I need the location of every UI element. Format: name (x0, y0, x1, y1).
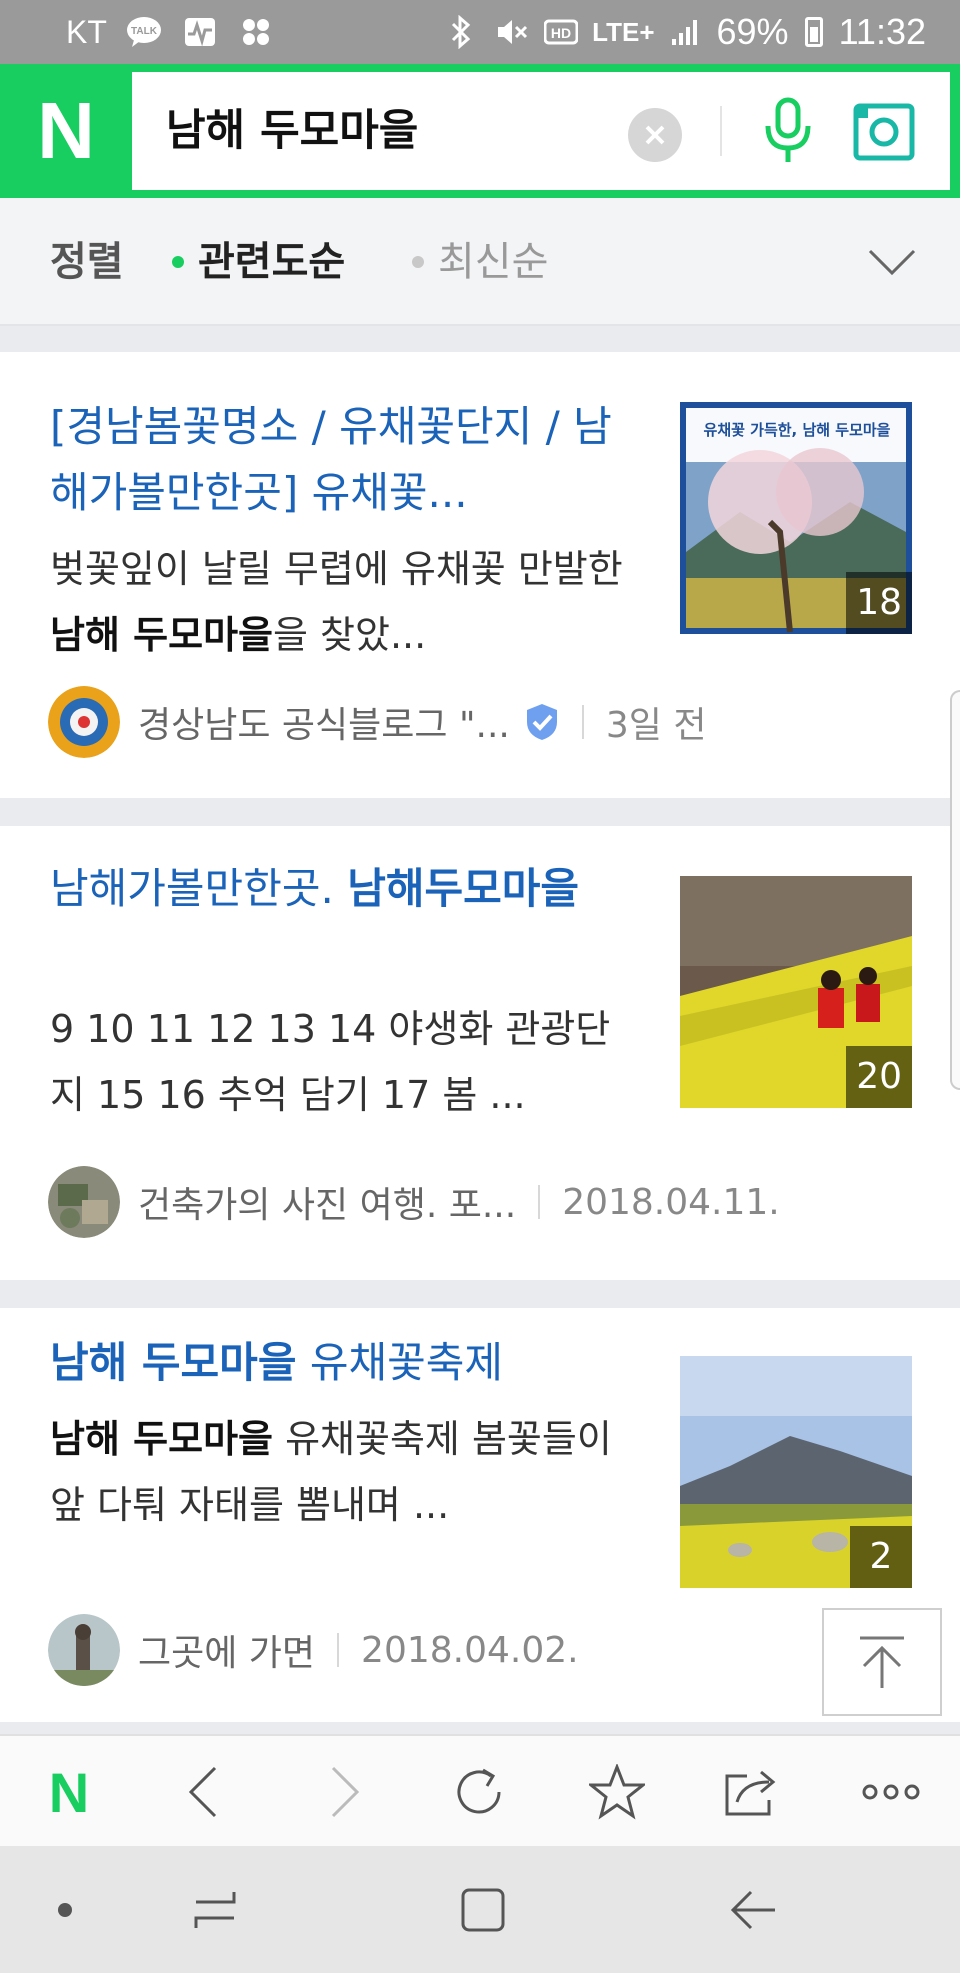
meta-divider (581, 705, 584, 739)
thumbnail-banner: 유채꽃 가득한, 남해 두모마을 (703, 421, 891, 439)
system-nav-bar (0, 1846, 960, 1973)
verified-shield-icon (524, 702, 560, 742)
avatar[interactable] (48, 1166, 120, 1238)
scroll-to-top-button[interactable] (822, 1608, 942, 1716)
refresh-icon[interactable] (424, 1736, 534, 1848)
clock: 11:32 (838, 11, 926, 52)
bluetooth-icon (442, 15, 480, 49)
post-date: 3일 전 (605, 705, 707, 746)
arrow-up-icon (860, 1636, 904, 1688)
avatar[interactable] (48, 1614, 120, 1686)
post-date: 2018.04.11. (562, 1181, 780, 1223)
search-input[interactable]: 남해 두모마을 (166, 72, 418, 190)
sort-bar: 정렬 관련도순 최신순 (0, 198, 960, 326)
recent-apps-icon[interactable] (160, 1846, 270, 1973)
scroll-indicator[interactable] (950, 690, 960, 1090)
source-name[interactable]: 그곳에 가면 (138, 1624, 315, 1676)
pulse-icon (181, 15, 219, 49)
result-card[interactable]: [경남봄꽃명소 / 유채꽃단지 / 남해가볼만한곳] 유채꽃... 벚꽃잎이 날… (0, 352, 960, 798)
clear-icon[interactable] (628, 108, 682, 162)
result-meta: 건축가의 사진 여행. 포... 2018.04.11. (48, 1166, 780, 1238)
camera-lens-icon[interactable] (844, 92, 924, 172)
more-icon[interactable] (836, 1736, 946, 1848)
apps-icon (237, 15, 275, 49)
post-date: 2018.04.02. (361, 1629, 579, 1671)
result-description: 남해 두모마을 유채꽃축제 봄꽃들이 앞 다퉈 자태를 뽐내며 ... (50, 1417, 612, 1527)
battery-percent: 69% (716, 11, 789, 52)
avatar[interactable] (48, 686, 120, 758)
sort-option-relevance[interactable]: 관련도순 (172, 198, 345, 326)
home-logo-button[interactable]: N (14, 1736, 124, 1848)
mute-icon (492, 15, 530, 49)
selected-dot-icon (172, 256, 184, 268)
image-count-badge: 18 (846, 572, 912, 634)
back-arrow-icon[interactable] (698, 1846, 808, 1973)
talk-icon: TALK (125, 15, 163, 49)
star-icon[interactable] (562, 1736, 672, 1848)
source-name[interactable]: 경상남도 공식블로그 "... (138, 696, 510, 748)
meta-divider (337, 1633, 340, 1667)
result-title[interactable]: 남해 두모마을 유채꽃축제 (50, 1330, 630, 1396)
unselected-dot-icon (412, 256, 424, 268)
signal-icon (667, 15, 705, 49)
back-icon[interactable] (148, 1736, 258, 1848)
image-count-badge: 20 (846, 1046, 912, 1108)
forward-icon[interactable] (290, 1736, 400, 1848)
mic-icon[interactable] (748, 92, 828, 172)
network-label: LTE+ (592, 16, 655, 47)
result-description: 벚꽃잎이 날릴 무렵에 유채꽃 만발한 남해 두모마을을 찾았... (50, 547, 623, 657)
svg-text:TALK: TALK (131, 26, 158, 37)
home-icon[interactable] (428, 1846, 538, 1973)
result-card[interactable]: 남해가볼만한곳. 남해두모마을 9 10 11 12 13 14 야생화 관광단… (0, 826, 960, 1280)
result-title[interactable]: [경남봄꽃명소 / 유채꽃단지 / 남해가볼만한곳] 유채꽃... (50, 394, 630, 526)
svg-text:HD: HD (551, 25, 571, 41)
battery-icon (804, 17, 823, 47)
image-count-badge: 2 (850, 1526, 912, 1588)
dot-icon[interactable] (10, 1846, 120, 1973)
result-meta: 경상남도 공식블로그 "... 3일 전 (48, 686, 706, 758)
browser-toolbar: N (0, 1734, 960, 1846)
sort-option-latest[interactable]: 최신순 (412, 198, 548, 326)
result-card[interactable]: 남해 두모마을 유채꽃축제 남해 두모마을 유채꽃축제 봄꽃들이 앞 다퉈 자태… (0, 1308, 960, 1722)
result-thumbnail[interactable]: 20 (680, 876, 912, 1108)
result-title[interactable]: 남해가볼만한곳. 남해두모마을 (50, 856, 630, 922)
meta-divider (538, 1185, 541, 1219)
hd-icon: HD (542, 15, 580, 49)
naver-logo[interactable]: N (0, 64, 132, 198)
search-box[interactable]: 남해 두모마을 (132, 72, 950, 190)
search-header: N 남해 두모마을 (0, 64, 960, 198)
carrier-label: KT (66, 13, 107, 50)
result-thumbnail[interactable]: 유채꽃 가득한, 남해 두모마을 18 (680, 402, 912, 634)
search-divider (720, 106, 722, 156)
share-icon[interactable] (698, 1736, 808, 1848)
status-bar: KT TALK HD LTE+ 69% 11:32 (0, 0, 960, 64)
result-thumbnail[interactable]: 2 (680, 1356, 912, 1588)
result-description: 9 10 11 12 13 14 야생화 관광단지 15 16 추억 담기 17… (50, 1007, 611, 1117)
result-meta: 그곳에 가면 2018.04.02. (48, 1614, 579, 1686)
source-name[interactable]: 건축가의 사진 여행. 포... (138, 1176, 516, 1228)
sort-label: 정렬 (50, 239, 124, 285)
chevron-down-icon[interactable] (864, 234, 920, 290)
